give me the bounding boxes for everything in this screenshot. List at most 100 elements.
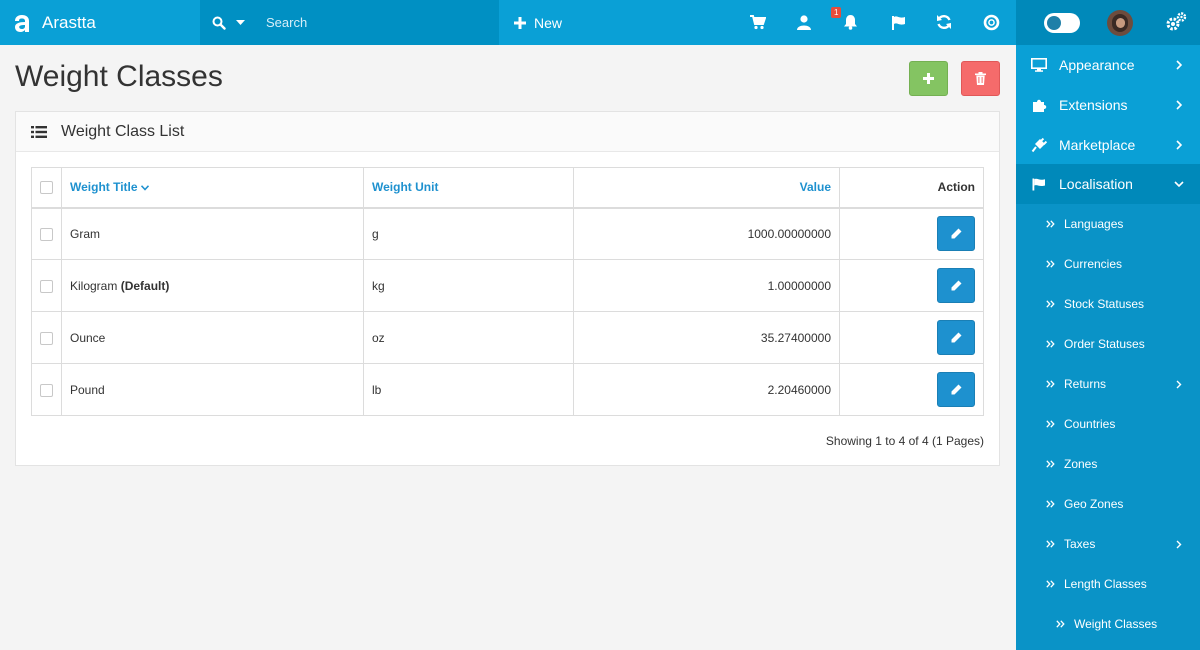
column-header-title[interactable]: Weight Title [61,167,364,209]
pencil-icon [951,384,961,395]
sidebar-subitem-currencies[interactable]: Currencies [1016,244,1200,284]
weight-value-cell: 1.00000000 [573,259,840,312]
row-checkbox[interactable] [40,279,53,293]
toggle-knob [1047,16,1061,30]
pencil-icon [951,228,961,239]
sidebar-subitem-label: Taxes [1064,537,1096,551]
monitor-icon [1030,56,1048,74]
support-icon[interactable] [981,12,1001,32]
double-chevron-right-icon [1046,339,1056,349]
double-chevron-right-icon [1046,539,1056,549]
brand[interactable]: Arastta [0,0,200,45]
user-icon[interactable] [794,12,814,32]
select-all-checkbox[interactable] [40,181,53,195]
sidebar-subitem-weight-classes[interactable]: Weight Classes [1016,604,1200,644]
page-title: Weight Classes [15,60,223,93]
sidebar-item-extensions[interactable]: Extensions [1016,85,1200,125]
sidebar-item-label: Marketplace [1059,137,1136,153]
chevron-down-icon [140,185,149,191]
sidebar-subitem-label: Weight Classes [1074,617,1158,631]
weight-unit-cell: kg [363,259,574,312]
action-cell [839,363,984,416]
panel-title: Weight Class List [61,122,185,140]
chevron-right-icon [1176,539,1184,549]
double-chevron-right-icon [1046,579,1056,589]
settings-gears-icon[interactable] [1165,11,1187,33]
pencil-icon [951,332,961,343]
row-checkbox[interactable] [40,383,53,397]
theme-toggle[interactable] [1044,13,1080,33]
table-row: Kilogram (Default) kg 1.00000000 [31,259,984,312]
sidebar-subitem-zones[interactable]: Zones [1016,444,1200,484]
double-chevron-right-icon [1046,379,1056,389]
double-chevron-right-icon [1046,459,1056,469]
sidebar-subitem-label: Length Classes [1064,577,1147,591]
flag-icon[interactable] [888,12,908,32]
weight-title-cell: Pound [61,363,364,416]
double-chevron-right-icon [1056,619,1066,629]
sidebar-subitem-stock-statuses[interactable]: Stock Statuses [1016,284,1200,324]
sidebar-subitem-label: Geo Zones [1064,497,1124,511]
row-checkbox[interactable] [40,227,53,241]
sort-by-value-link[interactable]: Value [800,180,831,194]
panel-heading: Weight Class List [16,112,999,152]
table-row: Gram g 1000.00000000 [31,207,984,260]
trash-icon [975,72,986,85]
select-all-cell [31,167,62,209]
default-label: (Default) [120,278,170,293]
refresh-icon[interactable] [934,12,954,32]
sidebar-subitem-returns[interactable]: Returns [1016,364,1200,404]
pencil-icon [951,280,961,291]
sidebar-subitem-order-statuses[interactable]: Order Statuses [1016,324,1200,364]
avatar-face [1116,18,1125,28]
sort-by-unit-link[interactable]: Weight Unit [372,180,438,194]
row-select-cell [31,207,62,260]
pagination-info: Showing 1 to 4 of 4 (1 Pages) [825,434,984,448]
edit-button[interactable] [937,268,975,303]
double-chevron-right-icon [1046,259,1056,269]
sidebar-subitem-label: Currencies [1064,257,1123,271]
column-header-unit[interactable]: Weight Unit [363,167,574,209]
weight-unit-cell: g [363,207,574,260]
add-button[interactable] [909,61,948,96]
row-select-cell [31,259,62,312]
sidebar-subitem-geo-zones[interactable]: Geo Zones [1016,484,1200,524]
sidebar: Appearance Extensions Marketplace Locali… [1016,45,1200,650]
sidebar-item-marketplace[interactable]: Marketplace [1016,125,1200,165]
chevron-right-icon [1174,60,1184,70]
delete-button[interactable] [961,61,1000,96]
weight-value-cell: 2.20460000 [573,363,840,416]
cart-icon[interactable] [748,12,768,32]
bell-icon[interactable] [840,12,860,32]
caret-down-icon[interactable] [236,19,246,26]
weight-class-panel: Weight Class List Weight Title Weight Un… [15,111,1000,466]
row-checkbox[interactable] [40,331,53,345]
plus-icon [923,73,934,84]
search-icon[interactable] [212,13,232,33]
sidebar-item-appearance[interactable]: Appearance [1016,45,1200,85]
sidebar-subitem-label: Returns [1064,377,1107,391]
sidebar-subitem-languages[interactable]: Languages [1016,204,1200,244]
edit-button[interactable] [937,372,975,407]
avatar[interactable] [1107,10,1133,36]
puzzle-icon [1030,96,1048,114]
edit-button[interactable] [937,216,975,252]
column-header-value[interactable]: Value [573,167,840,209]
search-input[interactable] [266,15,466,30]
chevron-down-icon [1174,179,1184,189]
sidebar-subitem-countries[interactable]: Countries [1016,404,1200,444]
new-button[interactable]: New [514,0,562,45]
brand-name: Arastta [42,12,96,32]
double-chevron-right-icon [1046,499,1056,509]
sidebar-item-label: Appearance [1059,57,1135,73]
edit-button[interactable] [937,320,975,355]
sidebar-subitem-taxes[interactable]: Taxes [1016,524,1200,564]
weight-title-cell: Kilogram (Default) [61,259,364,312]
sidebar-item-localisation[interactable]: Localisation [1016,164,1200,204]
sidebar-subitem-length-classes[interactable]: Length Classes [1016,564,1200,604]
weight-unit-cell: oz [363,311,574,364]
sort-by-title-link[interactable]: Weight Title [70,180,149,194]
weight-value-cell: 1000.00000000 [573,207,840,260]
sidebar-item-label: Extensions [1059,97,1128,113]
sidebar-subitem-label: Order Statuses [1064,337,1145,351]
